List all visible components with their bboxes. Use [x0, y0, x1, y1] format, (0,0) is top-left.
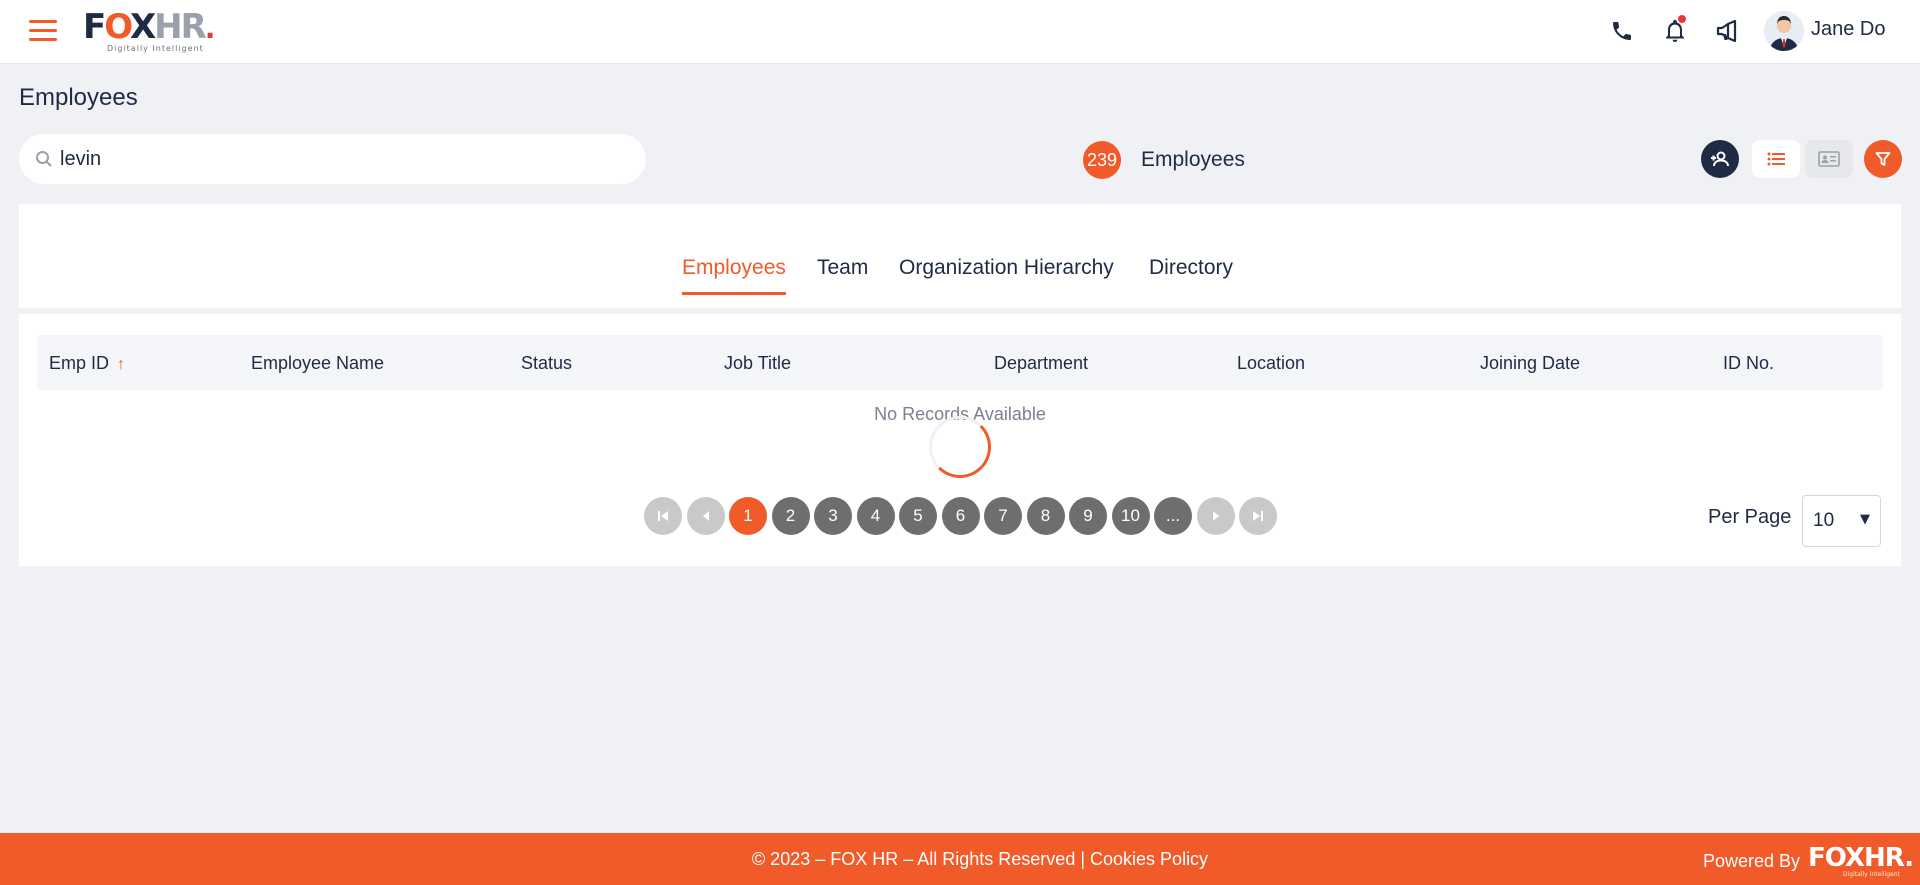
footer-fox-hr-logo: FOXHR.: [1808, 843, 1914, 873]
page-button-7[interactable]: 7: [984, 497, 1022, 535]
column-header-location[interactable]: Location: [1237, 353, 1305, 374]
announcement-megaphone-icon[interactable]: [1713, 16, 1743, 46]
last-page-button[interactable]: [1239, 497, 1277, 535]
column-header-emp-id[interactable]: Emp ID ↑: [49, 353, 125, 374]
pagination: 1 2 3 4 5 6 7 8 9 10 ...: [644, 497, 1277, 537]
phone-icon[interactable]: [1607, 16, 1637, 46]
notification-badge: [1678, 15, 1686, 23]
employee-count-badge: 239: [1083, 141, 1121, 179]
previous-page-button[interactable]: [686, 497, 725, 535]
list-view-button[interactable]: [1752, 140, 1800, 178]
first-page-button[interactable]: [644, 497, 682, 535]
page-button-10[interactable]: 10: [1111, 497, 1150, 535]
menu-icon[interactable]: [29, 20, 57, 42]
page-button-3[interactable]: 3: [814, 497, 852, 535]
caret-down-icon: ▼: [1860, 512, 1870, 527]
footer: © 2023 – FOX HR – All Rights Reserved | …: [0, 833, 1920, 885]
user-avatar[interactable]: [1764, 11, 1804, 51]
page-button-6[interactable]: 6: [941, 497, 980, 535]
tab-employees[interactable]: Employees: [682, 256, 786, 295]
page-button-2[interactable]: 2: [771, 497, 810, 535]
add-employee-button[interactable]: [1701, 140, 1739, 178]
sort-ascending-icon[interactable]: ↑: [117, 356, 125, 373]
footer-logo-tagline: Digitally Intelligent: [1843, 871, 1900, 878]
logo-tagline: Digitally Intelligent: [107, 44, 204, 53]
column-header-job-title[interactable]: Job Title: [724, 353, 791, 374]
filter-button[interactable]: [1864, 140, 1902, 178]
search-icon: [35, 150, 53, 172]
employees-panel: Employees Team Organization Hierarchy Di…: [19, 204, 1901, 566]
fox-hr-logo[interactable]: FOXHR. Digitally Intelligent: [83, 8, 223, 54]
page-button-9[interactable]: 9: [1069, 497, 1107, 535]
search-box: [19, 134, 646, 184]
tab-directory[interactable]: Directory: [1149, 256, 1233, 280]
column-header-joining-date[interactable]: Joining Date: [1480, 353, 1580, 374]
page-button-5[interactable]: 5: [899, 497, 937, 535]
user-name[interactable]: Jane Do: [1811, 18, 1886, 41]
column-header-id-no[interactable]: ID No.: [1723, 353, 1774, 374]
column-header-status[interactable]: Status: [521, 353, 572, 374]
loading-spinner-icon: [929, 416, 991, 478]
copyright-text: © 2023 – FOX HR – All Rights Reserved | …: [751, 849, 1209, 869]
per-page-select[interactable]: 10 ▼: [1802, 495, 1881, 547]
page-button-ellipsis[interactable]: ...: [1154, 497, 1192, 535]
page-button-4[interactable]: 4: [856, 497, 895, 535]
employee-count-label: Employees: [1141, 148, 1245, 171]
per-page-label: Per Page: [1708, 506, 1792, 528]
per-page-value: 10: [1813, 510, 1835, 531]
top-header: FOXHR. Digitally Intelligent Jane Do: [0, 0, 1920, 64]
page-button-8[interactable]: 8: [1026, 497, 1065, 535]
tab-organization-hierarchy[interactable]: Organization Hierarchy: [899, 256, 1114, 280]
powered-by-label: Powered By: [1703, 851, 1801, 871]
cookies-policy-link[interactable]: Cookies Policy: [1090, 849, 1208, 869]
next-page-button[interactable]: [1196, 497, 1235, 535]
table-header: Emp ID ↑ Employee Name Status Job Title D…: [37, 335, 1883, 390]
column-header-employee-name[interactable]: Employee Name: [251, 353, 384, 374]
notification-bell-icon[interactable]: [1660, 15, 1690, 46]
page-title: Employees: [19, 84, 138, 111]
page-button-1[interactable]: 1: [729, 497, 767, 535]
tab-bar: Employees Team Organization Hierarchy Di…: [19, 204, 1901, 314]
search-input[interactable]: [60, 145, 620, 173]
column-header-department[interactable]: Department: [994, 353, 1088, 374]
tab-team[interactable]: Team: [817, 256, 868, 280]
card-view-button[interactable]: [1805, 140, 1853, 178]
